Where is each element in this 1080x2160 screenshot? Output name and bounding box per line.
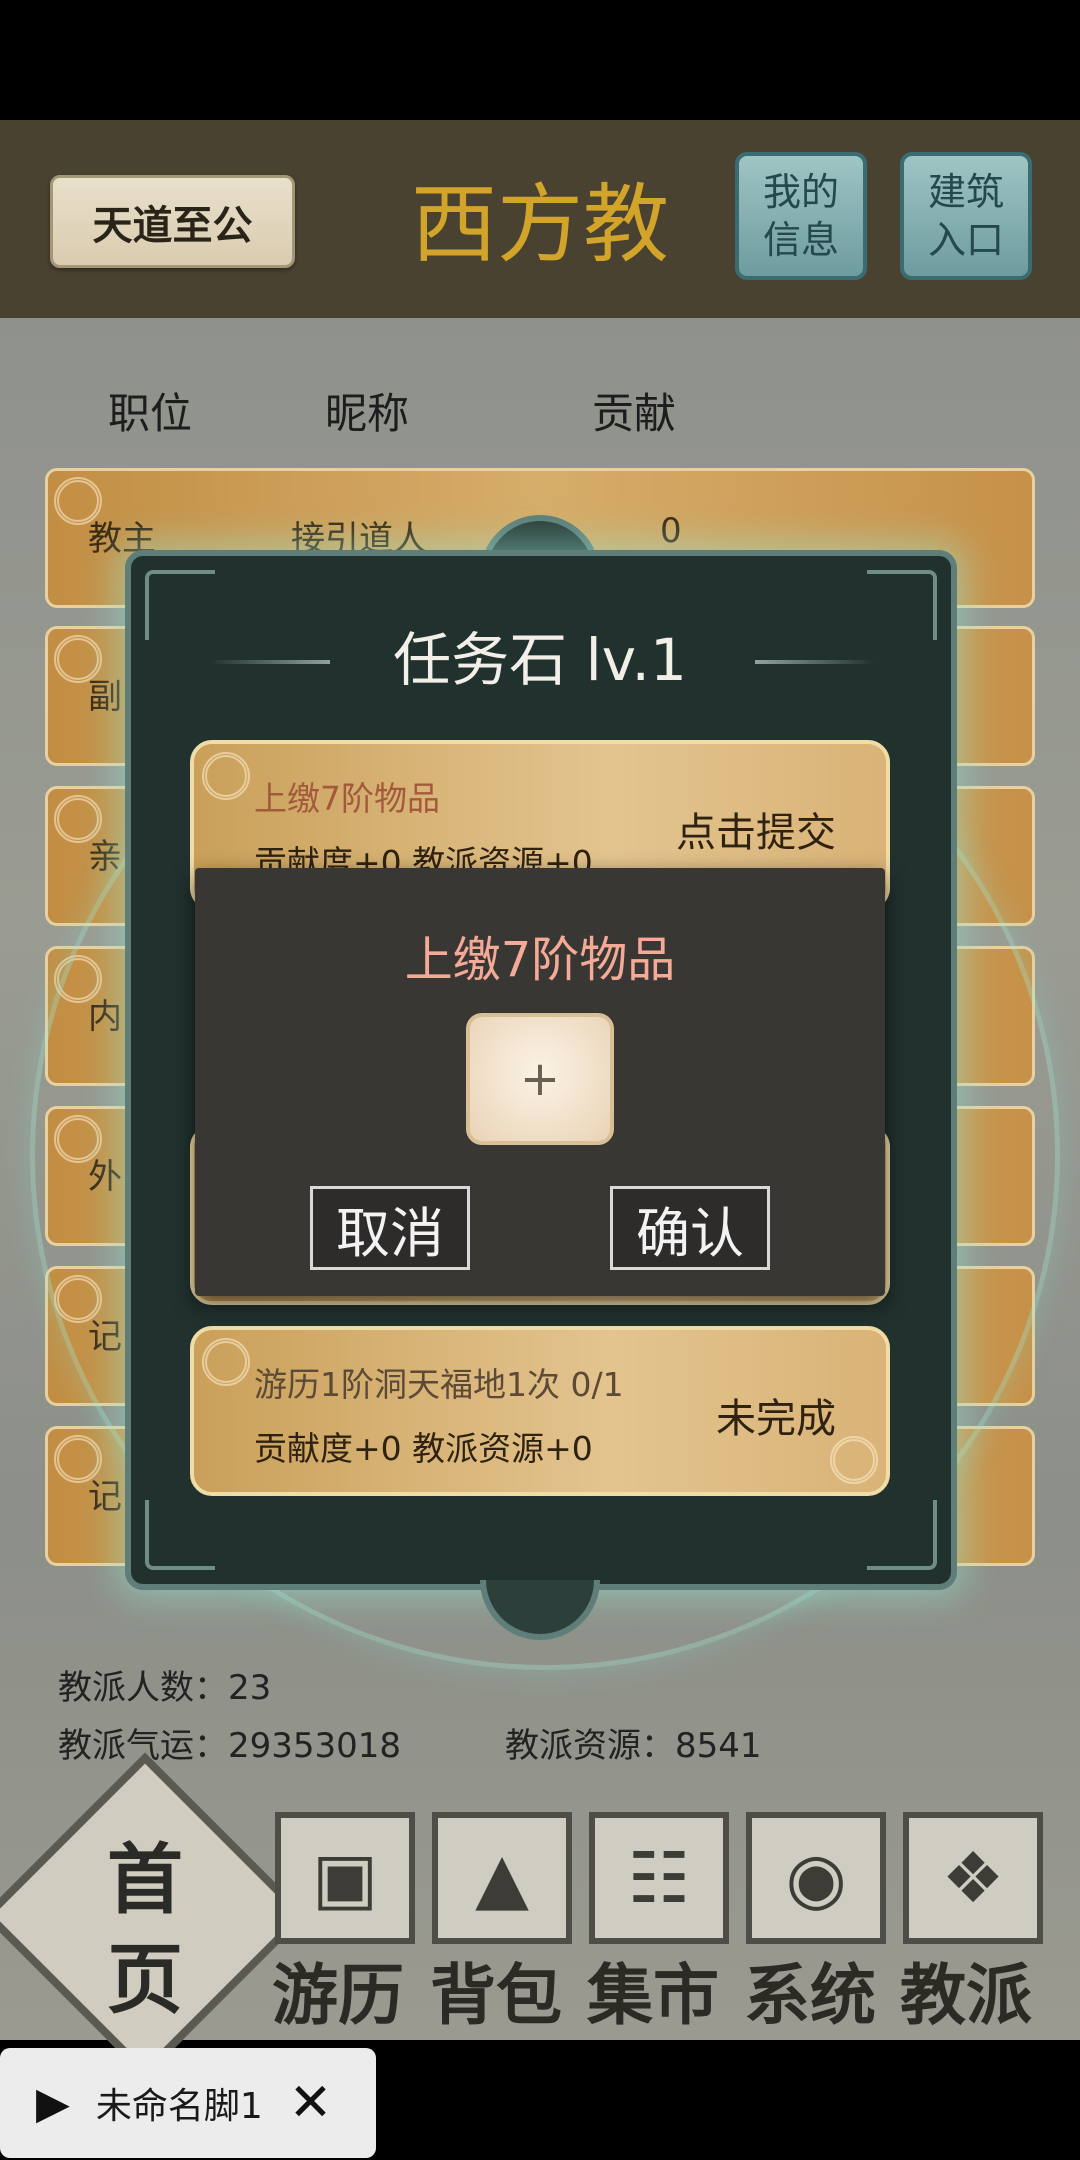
sect-sign: 天道至公 [50, 175, 295, 268]
sect-resources: 教派资源：8541 [505, 1718, 762, 1767]
column-header-rank: 职位 [108, 389, 193, 438]
my-info-button[interactable]: 我的信息 [735, 152, 867, 280]
building-entrance-label: 建筑入口 [927, 170, 1004, 262]
my-info-label: 我的信息 [762, 170, 839, 262]
nav-label-bag: 背包 [430, 1956, 562, 2034]
task-reward: 贡献度+0 教派资源+0 [254, 1429, 593, 1468]
sect-luck-value: 29353018 [228, 1726, 402, 1766]
sect-button[interactable]: ❖ [903, 1812, 1043, 1944]
system-seal-icon: ◉ [785, 1837, 847, 1919]
column-header-contribution: 贡献 [592, 389, 677, 438]
sect-resources-value: 8541 [675, 1726, 762, 1766]
nav-label-market: 集市 [587, 1956, 719, 2034]
sect-luck: 教派气运：29353018 [58, 1718, 401, 1767]
add-icon: + [519, 1051, 561, 1107]
task-card[interactable]: 游历1阶洞天福地1次 0/1 贡献度+0 教派资源+0 未完成 [190, 1326, 890, 1496]
swirl-ornament [54, 477, 102, 525]
member-count: 教派人数：23 [58, 1660, 271, 1709]
panel-corner [867, 570, 937, 640]
panel-corner [867, 1500, 937, 1570]
column-header-nickname: 昵称 [325, 389, 410, 438]
travel-button[interactable]: ▣ [275, 1812, 415, 1944]
task-panel-title: 任务石 lv.1 [393, 626, 687, 694]
sect-seal-icon: ❖ [941, 1837, 1005, 1919]
nav-label-sect: 教派 [900, 1956, 1032, 2034]
script-name: 未命名脚1 [95, 2086, 263, 2127]
cancel-button[interactable]: 取消 [310, 1186, 470, 1270]
bag-button[interactable]: ▲ [432, 1812, 572, 1944]
swirl-ornament [202, 752, 250, 800]
member-contribution: 0 [660, 511, 682, 551]
home-label: 首页 [107, 1835, 183, 2024]
task-status: 未完成 [716, 1396, 836, 1442]
confirm-button[interactable]: 确认 [610, 1186, 770, 1270]
swirl-ornament [54, 795, 102, 843]
nav-label-travel: 游历 [272, 1956, 404, 2034]
item-slot[interactable]: + [466, 1013, 614, 1145]
chest-icon: ▣ [311, 1837, 379, 1919]
system-button[interactable]: ◉ [746, 1812, 886, 1944]
swirl-ornament [54, 1435, 102, 1483]
submit-task-button[interactable]: 点击提交 [676, 800, 836, 858]
swirl-ornament [54, 635, 102, 683]
close-icon[interactable]: ✕ [289, 2073, 333, 2133]
status-bar [0, 0, 1080, 120]
play-icon[interactable]: ▶ [36, 2078, 70, 2129]
member-count-value: 23 [228, 1668, 272, 1708]
sect-resources-label: 教派资源： [505, 1726, 675, 1766]
swirl-ornament [202, 1338, 250, 1386]
task-name: 上缴7阶物品 [254, 779, 440, 818]
swirl-ornament [830, 1436, 878, 1484]
panel-corner [145, 1500, 215, 1570]
panel-corner [145, 570, 215, 640]
member-count-label: 教派人数： [58, 1668, 228, 1708]
stall-icon: ☷ [627, 1837, 691, 1919]
dialog-title: 上缴7阶物品 [404, 932, 676, 988]
nav-label-system: 系统 [744, 1956, 876, 2034]
building-entrance-button[interactable]: 建筑入口 [900, 152, 1032, 280]
task-name: 游历1阶洞天福地1次 0/1 [254, 1365, 624, 1404]
script-bar: ▶ 未命名脚1 ✕ [0, 2048, 376, 2158]
market-button[interactable]: ☷ [589, 1812, 729, 1944]
sect-title: 西方教 [411, 175, 669, 275]
bag-icon: ▲ [475, 1837, 529, 1919]
